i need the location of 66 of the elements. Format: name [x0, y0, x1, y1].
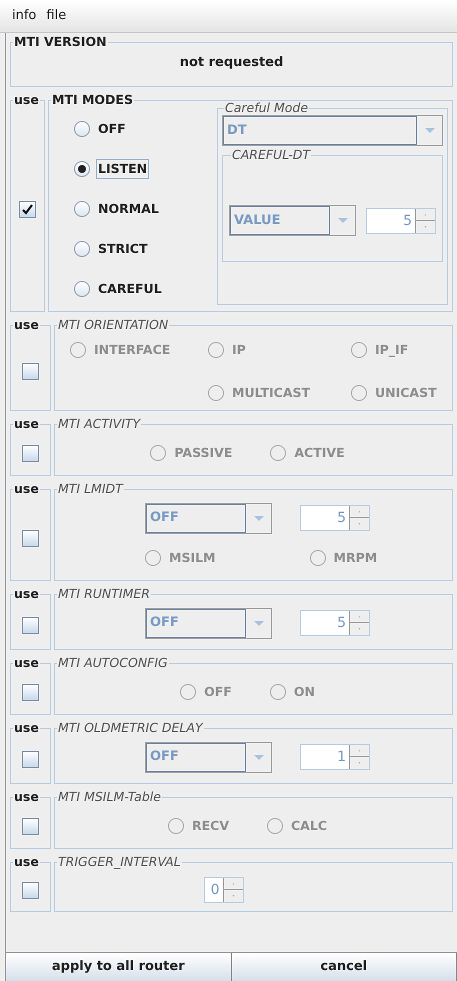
radio-label: IP_IF [374, 341, 410, 359]
group-title: MTI ACTIVITY [57, 417, 142, 431]
radio-label: LISTEN [96, 158, 150, 180]
dialog-button[interactable]: apply to all router [6, 953, 232, 981]
group-title: use [13, 318, 40, 332]
dropdown-value: DT [223, 116, 417, 145]
radio-label: CALC [290, 816, 328, 835]
radio-button[interactable] [74, 281, 90, 297]
radio-label: CAREFUL [97, 280, 163, 298]
radio-label: STRICT [97, 240, 149, 258]
dropdown-value: OFF [146, 742, 246, 772]
spinner-value: 5 [336, 509, 347, 528]
dropdown-value: OFF [146, 608, 246, 638]
radio-label: MSILM [168, 548, 216, 567]
group-title: Careful Mode [224, 101, 310, 115]
radio-button[interactable] [74, 241, 90, 257]
group-title: use [13, 790, 40, 804]
radio-label: NORMAL [97, 200, 160, 218]
spinner-value: 1 [336, 748, 347, 767]
radio-label: ON [292, 682, 316, 701]
group-title: CAREFUL-DT [231, 148, 311, 162]
radio-label: UNICAST [374, 384, 438, 402]
group-title: use [13, 417, 40, 431]
dropdown-value: VALUE [230, 206, 330, 235]
spinner-value: 5 [402, 212, 413, 230]
group-title: use [13, 656, 40, 670]
radio-label: IP [231, 341, 247, 359]
caret-icon [254, 516, 264, 520]
dialog-button[interactable]: cancel [232, 953, 457, 981]
group-title: use [13, 721, 40, 735]
radio-label: INTERFACE [93, 341, 172, 359]
radio-label: PASSIVE [173, 444, 234, 462]
radio-label: ACTIVE [293, 444, 346, 462]
group-title: MTI MODES [51, 93, 134, 107]
group-title: TRIGGER_INTERVAL [57, 855, 182, 869]
group-title: MTI VERSION [13, 35, 108, 49]
caret-icon [424, 128, 434, 133]
use-checkbox[interactable] [19, 200, 36, 218]
spinner-value: 5 [336, 614, 347, 633]
group-title: MTI RUNTIMER [57, 587, 151, 601]
group-title: MTI OLDMETRIC DELAY [57, 721, 204, 735]
radio-label: OFF [97, 120, 127, 138]
menu-item[interactable]: file [46, 6, 66, 26]
group-title: use [13, 855, 40, 869]
group-title: MTI ORIENTATION [57, 318, 170, 332]
group-title: MTI AUTOCONFIG [57, 656, 169, 670]
radio-label: MULTICAST [231, 384, 312, 402]
checkmark-icon [22, 204, 33, 214]
group-title: use [13, 482, 40, 496]
group-title: use [13, 93, 40, 107]
radio-button[interactable] [74, 201, 90, 217]
group-title: use [13, 587, 40, 601]
radio-button[interactable] [74, 121, 90, 137]
dropdown-value: OFF [146, 504, 246, 532]
radio-button[interactable] [74, 161, 90, 177]
version-value: not requested [180, 54, 284, 72]
radio-label: MRPM [332, 548, 378, 567]
group-title: MTI LMIDT [57, 482, 124, 496]
radio-label: RECV [190, 816, 230, 835]
caret-icon [254, 620, 264, 626]
caret-icon [254, 754, 264, 760]
radio-label: OFF [203, 682, 233, 701]
spinner-value: 0 [210, 881, 220, 900]
caret-icon [338, 218, 348, 223]
group-title: MTI MSILM-Table [57, 790, 162, 804]
menu-item[interactable]: info [12, 6, 36, 26]
